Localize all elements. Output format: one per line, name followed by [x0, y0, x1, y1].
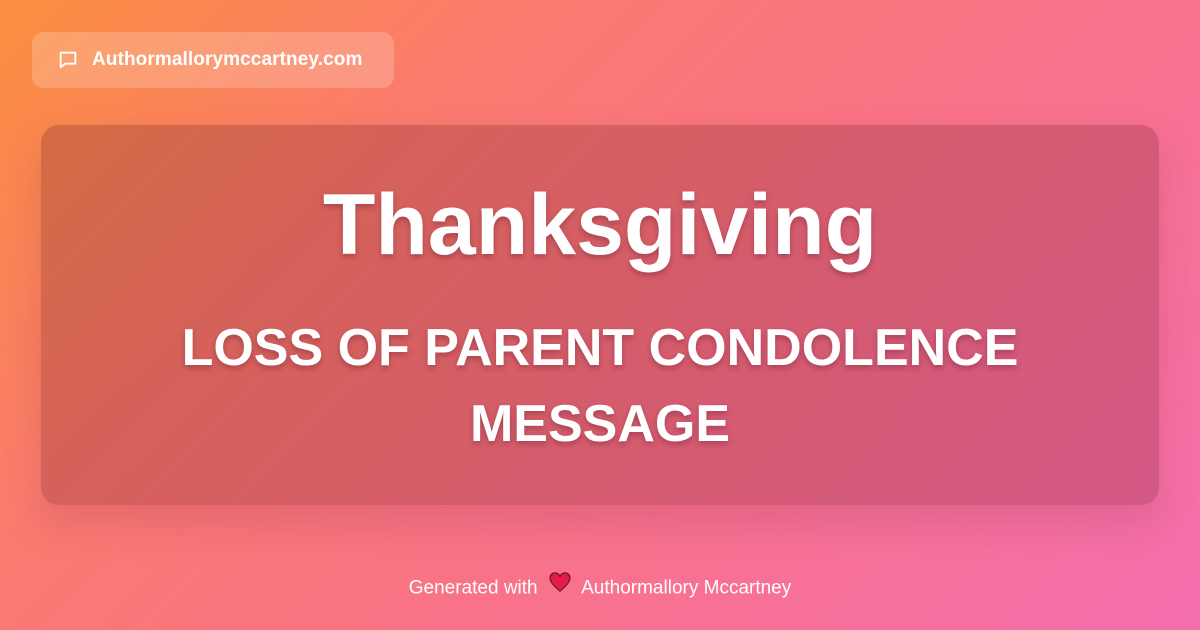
footer-credit: Generated with Authormallory Mccartney — [0, 572, 1200, 605]
site-badge[interactable]: Authormallorymccartney.com — [32, 32, 394, 88]
title-card: Thanksgiving LOSS OF PARENT CONDOLENCE M… — [41, 125, 1159, 505]
site-domain: Authormallorymccartney.com — [92, 49, 363, 70]
footer-prefix: Generated with — [408, 577, 538, 599]
heart-icon — [549, 572, 571, 602]
page-title: Thanksgiving — [322, 177, 878, 273]
footer-author: Authormallory Mccartney — [581, 577, 792, 599]
page-subtitle: LOSS OF PARENT CONDOLENCE MESSAGE — [181, 319, 1019, 453]
chat-bubble-icon — [56, 48, 80, 72]
